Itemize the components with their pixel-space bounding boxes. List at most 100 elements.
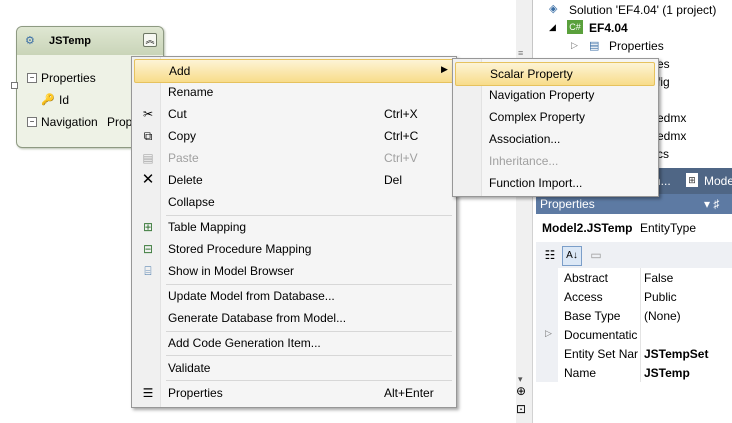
menu-item-delete[interactable]: ✕ Delete Del — [134, 169, 454, 191]
property-grid: Abstract False Access Public Base Type (Non… — [536, 268, 732, 423]
menu-item-validate[interactable]: Validate — [134, 357, 454, 379]
menu-shortcut: Ctrl+V — [384, 151, 418, 165]
menu-item-paste[interactable]: ▤ Paste Ctrl+V — [134, 147, 454, 169]
key-icon: 🔑 — [41, 94, 55, 106]
menu-item-label: Rename — [168, 85, 214, 99]
submenu-item-inheritance[interactable]: Inheritance... — [455, 150, 655, 172]
grid-name: Name — [564, 366, 597, 380]
properties-section-label: Properties — [41, 71, 96, 85]
properties-icon: ☰ — [142, 386, 154, 400]
model-browser-icon: ⊞ — [686, 173, 698, 187]
property-pages-icon[interactable]: ▭ — [588, 247, 604, 263]
menu-item-copy[interactable]: ⧉ Copy Ctrl+C — [134, 125, 454, 147]
menu-item-sp-mapping[interactable]: ⊟ Stored Procedure Mapping — [134, 238, 454, 260]
submenu-arrow-icon: ▶ — [441, 64, 448, 74]
menu-item-label: Table Mapping — [168, 220, 247, 234]
project-name[interactable]: EF4.04 — [589, 21, 628, 35]
submenu-item-label: Complex Property — [489, 110, 586, 124]
expander-navigation-icon[interactable]: − — [27, 117, 37, 127]
menu-item-update-model[interactable]: Update Model from Database... — [134, 285, 454, 307]
submenu-item-function-import[interactable]: Function Import... — [455, 172, 655, 194]
entity-title: JSTemp — [49, 35, 91, 47]
model-browser-icon: ⌸ — [144, 264, 152, 278]
zoom-fit-icon[interactable]: ⊡ — [516, 402, 526, 416]
grid-row-entityset[interactable]: Entity Set Nar JSTempSet — [536, 344, 732, 363]
submenu-item-label: Navigation Property — [489, 88, 595, 102]
submenu-item-label: Scalar Property — [490, 67, 573, 81]
grid-name: Entity Set Nar — [564, 347, 639, 361]
menu-item-label: Delete — [168, 173, 203, 187]
menu-item-label: Validate — [168, 361, 211, 375]
menu-item-label: Stored Procedure Mapping — [168, 242, 312, 256]
grid-row-abstract[interactable]: Abstract False — [536, 268, 732, 287]
menu-item-rename[interactable]: Rename — [134, 81, 454, 103]
menu-item-label: Paste — [168, 151, 199, 165]
expand-documentation-icon[interactable]: ▷ — [545, 328, 552, 339]
menu-item-label: Properties — [168, 386, 223, 400]
solution-title[interactable]: Solution 'EF4.04' (1 project) — [569, 3, 716, 17]
submenu-item-navigation[interactable]: Navigation Property — [455, 84, 655, 106]
menu-shortcut: Alt+Enter — [384, 386, 434, 400]
property-id[interactable]: Id — [59, 93, 69, 107]
grid-name: Abstract — [564, 271, 609, 285]
menu-item-collapse[interactable]: Collapse — [134, 191, 454, 213]
menu-item-label: Show in Model Browser — [168, 264, 295, 278]
grid-value[interactable]: JSTempSet — [644, 347, 708, 361]
tree-item-partial-3[interactable]: edmx — [657, 111, 686, 125]
menu-item-label: Add Code Generation Item... — [168, 336, 321, 350]
grid-value[interactable]: False — [644, 271, 673, 285]
menu-item-show-browser[interactable]: ⌸ Show in Model Browser — [134, 260, 454, 282]
object-selector[interactable]: Model2.JSTemp EntityType — [536, 214, 732, 243]
navigation-partial-label: Prop — [107, 115, 133, 129]
menu-separator — [166, 380, 452, 381]
project-icon: C# — [567, 20, 583, 34]
properties-titlebar: Properties ▾ ♯ — [536, 194, 732, 214]
menu-shortcut: Ctrl+C — [384, 129, 419, 143]
resize-handle[interactable] — [11, 82, 18, 89]
grid-row-name[interactable]: Name JSTemp — [536, 363, 732, 382]
tab-model-browser[interactable]: Mode — [704, 174, 732, 188]
grid-value[interactable]: (None) — [644, 309, 681, 323]
context-menu: Add ▶ Rename ✂ Cut Ctrl+X ⧉ Copy Ctrl+C ▤ Past… — [131, 56, 457, 408]
properties-toolbar: ☷ A↓ ▭ — [536, 242, 732, 269]
properties-title: Properties — [540, 197, 595, 211]
menu-item-generate-db[interactable]: Generate Database from Model... — [134, 307, 454, 329]
menu-item-add-codegen[interactable]: Add Code Generation Item... — [134, 332, 454, 354]
submenu-item-label: Association... — [489, 132, 561, 146]
navigation-section-label: Navigation — [41, 115, 98, 129]
menu-shortcut: Ctrl+X — [384, 107, 418, 121]
grid-row-access[interactable]: Access Public — [536, 287, 732, 306]
copy-icon: ⧉ — [143, 129, 153, 143]
add-submenu: Scalar Property Navigation Property Comp… — [452, 58, 659, 197]
submenu-item-complex[interactable]: Complex Property — [455, 106, 655, 128]
submenu-item-label: Function Import... — [489, 176, 583, 190]
expand-project-icon[interactable]: ◢ — [549, 22, 556, 33]
tree-item-properties[interactable]: Properties — [609, 39, 664, 53]
alphabetical-icon[interactable]: A↓ — [562, 246, 582, 266]
menu-item-add[interactable]: Add ▶ — [134, 59, 454, 83]
submenu-item-scalar[interactable]: Scalar Property — [455, 62, 655, 86]
menu-item-table-mapping[interactable]: ⊞ Table Mapping — [134, 216, 454, 238]
menu-item-cut[interactable]: ✂ Cut Ctrl+X — [134, 103, 454, 125]
zoom-in-icon[interactable]: ⊕ — [516, 384, 526, 398]
delete-icon: ✕ — [141, 171, 155, 188]
grid-row-basetype[interactable]: Base Type (None) — [536, 306, 732, 325]
categorized-icon[interactable]: ☷ — [542, 247, 558, 263]
sp-mapping-icon: ⊟ — [142, 242, 154, 256]
expand-properties-icon[interactable]: ▷ — [571, 40, 578, 51]
tree-item-partial-4[interactable]: edmx — [657, 129, 686, 143]
grid-name: Documentatic — [564, 328, 638, 342]
submenu-item-association[interactable]: Association... — [455, 128, 655, 150]
menu-item-label: Collapse — [168, 195, 215, 209]
menu-item-label: Copy — [168, 129, 197, 143]
entity-header[interactable]: ⚙ JSTemp ︽ — [17, 27, 163, 55]
grid-value[interactable]: Public — [644, 290, 677, 304]
collapse-icon[interactable]: ︽ — [143, 33, 157, 47]
menu-item-properties[interactable]: ☰ Properties Alt+Enter — [134, 382, 454, 404]
grid-value[interactable]: JSTemp — [644, 366, 690, 380]
pin-icon[interactable]: ▾ ♯ — [704, 197, 719, 211]
expander-properties-icon[interactable]: − — [27, 73, 37, 83]
grid-row-documentation[interactable]: ▷ Documentatic — [536, 325, 732, 344]
solution-icon: ◈ — [549, 3, 558, 15]
scroll-grip-icon: ≡ — [518, 48, 524, 58]
